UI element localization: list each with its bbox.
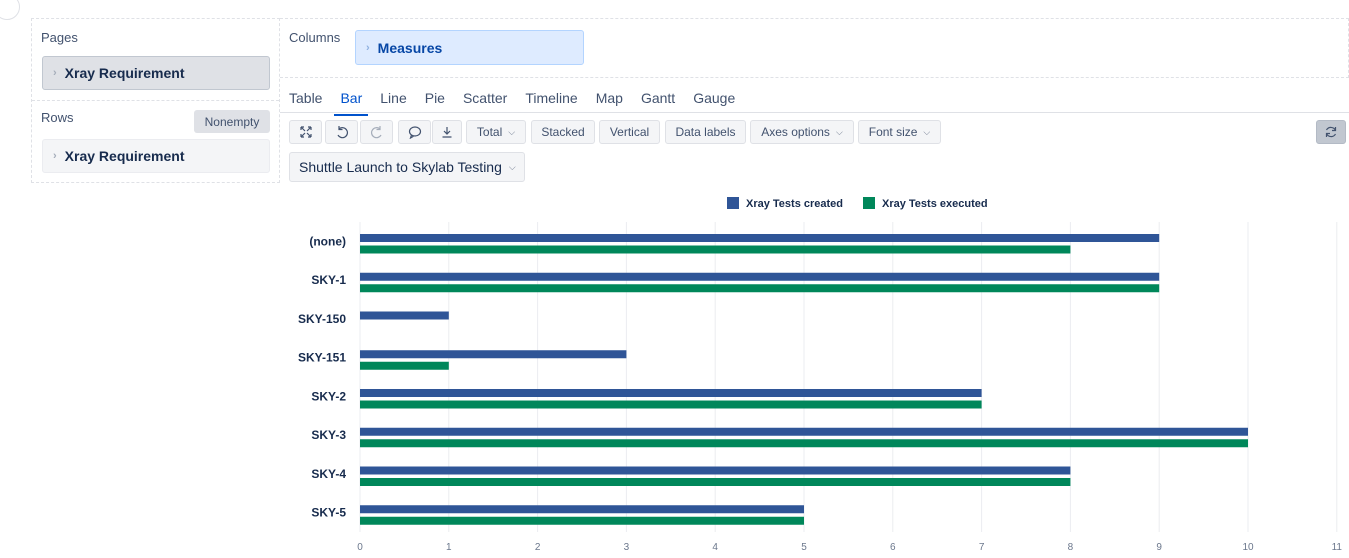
expand-button[interactable] xyxy=(289,120,322,144)
download-icon xyxy=(442,127,452,138)
bar-tests-created xyxy=(360,389,982,397)
x-tick-label: 0 xyxy=(357,542,363,553)
data-labels-button[interactable]: Data labels xyxy=(665,120,746,144)
tab-gauge[interactable]: Gauge xyxy=(693,90,735,114)
bar-chart: 0 1 2 3 4 5 6 7 8 9 10 11 (none) SKY-1 SKY-150 SKY-151 S… xyxy=(298,197,1343,553)
bar-tests-executed xyxy=(360,439,1248,448)
comment-button[interactable] xyxy=(398,120,431,144)
nonempty-button[interactable]: Nonempty xyxy=(194,110,270,133)
y-category-label: SKY-151 xyxy=(298,351,346,365)
bar-tests-executed xyxy=(360,245,1071,254)
bar-tests-executed xyxy=(360,478,1071,486)
vertical-button[interactable]: Vertical xyxy=(599,120,660,144)
chevron-right-icon: › xyxy=(366,41,370,54)
chevron-right-icon: › xyxy=(53,67,57,79)
columns-label: Columns xyxy=(289,30,341,45)
y-category-label: SKY-3 xyxy=(311,428,346,442)
bar-tests-created xyxy=(360,427,1248,436)
axes-options-label: Axes options xyxy=(761,125,830,139)
chevron-down-icon: ⌵ xyxy=(835,126,843,137)
x-tick-label: 6 xyxy=(890,542,896,553)
comment-icon xyxy=(408,126,421,139)
x-tick-label: 3 xyxy=(624,542,630,553)
bar-tests-created xyxy=(360,234,1160,242)
undo-button[interactable] xyxy=(325,120,358,144)
x-tick-label: 5 xyxy=(801,542,807,553)
chevron-right-icon: › xyxy=(53,150,57,162)
tab-map[interactable]: Map xyxy=(596,90,623,114)
expand-icon xyxy=(299,126,312,138)
window-corner xyxy=(0,0,20,20)
page-member-label: Shuttle Launch to Skylab Testing xyxy=(299,159,502,175)
pages-dimension-pill[interactable]: › Xray Requirement xyxy=(42,56,270,90)
bar-tests-created xyxy=(360,466,1071,475)
bar-tests-created xyxy=(360,350,627,359)
bar-tests-executed xyxy=(360,516,804,525)
tab-scatter[interactable]: Scatter xyxy=(463,90,507,114)
stacked-button[interactable]: Stacked xyxy=(531,120,595,144)
rows-dimension-label: Xray Requirement xyxy=(64,148,185,164)
x-tick-label: 2 xyxy=(535,542,541,553)
font-size-label: Font size xyxy=(868,125,918,139)
tab-line[interactable]: Line xyxy=(380,90,406,114)
undo-icon xyxy=(336,126,348,139)
refresh-button[interactable] xyxy=(1316,120,1346,144)
chevron-down-icon: ⌵ xyxy=(508,161,516,172)
pages-rows-panel: Pages › Xray Requirement Rows Nonempty ›… xyxy=(31,18,280,183)
y-category-label: SKY-2 xyxy=(311,389,346,403)
chevron-down-icon: ⌵ xyxy=(508,126,516,137)
bar-tests-executed xyxy=(360,400,982,409)
refresh-icon xyxy=(1325,126,1337,138)
rows-dimension-pill[interactable]: › Xray Requirement xyxy=(42,139,270,173)
y-category-label: (none) xyxy=(309,234,346,248)
section-divider xyxy=(32,100,279,101)
page-member-select[interactable]: Shuttle Launch to Skylab Testing ⌵ xyxy=(289,152,525,182)
measures-pill[interactable]: › Measures xyxy=(355,30,584,65)
rows-label: Rows xyxy=(41,110,74,125)
pages-label: Pages xyxy=(41,30,78,45)
y-category-label: SKY-1 xyxy=(311,273,346,287)
x-tick-label: 11 xyxy=(1332,542,1343,553)
x-tick-label: 1 xyxy=(446,542,452,553)
legend-swatch xyxy=(727,197,739,209)
y-category-label: SKY-150 xyxy=(298,312,346,326)
tabs-underline xyxy=(280,112,1349,113)
bar-tests-created xyxy=(360,311,449,320)
x-tick-label: 9 xyxy=(1156,542,1162,553)
legend-swatch xyxy=(863,197,875,209)
total-dropdown[interactable]: Total ⌵ xyxy=(466,120,526,144)
tab-table[interactable]: Table xyxy=(289,90,322,114)
bar-tests-executed xyxy=(360,284,1160,293)
pages-dimension-label: Xray Requirement xyxy=(64,65,185,81)
y-category-label: SKY-4 xyxy=(311,467,346,481)
y-category-label: SKY-5 xyxy=(311,506,346,520)
redo-icon xyxy=(370,126,382,139)
font-size-dropdown[interactable]: Font size ⌵ xyxy=(858,120,941,144)
bar-tests-created xyxy=(360,272,1160,281)
tab-bar[interactable]: Bar xyxy=(334,90,369,116)
total-label: Total xyxy=(476,125,503,139)
redo-button[interactable] xyxy=(360,120,393,144)
chevron-down-icon: ⌵ xyxy=(923,126,931,137)
legend-label: Xray Tests executed xyxy=(882,198,988,210)
measures-label: Measures xyxy=(377,39,443,56)
legend-label: Xray Tests created xyxy=(746,198,843,210)
x-tick-label: 8 xyxy=(1068,542,1074,553)
bar-tests-executed xyxy=(360,361,449,370)
axes-options-dropdown[interactable]: Axes options ⌵ xyxy=(750,120,854,144)
tab-gantt[interactable]: Gantt xyxy=(641,90,675,114)
download-button[interactable] xyxy=(432,120,462,144)
columns-panel: Columns › Measures xyxy=(280,18,1349,78)
x-tick-label: 10 xyxy=(1242,542,1254,553)
x-tick-label: 4 xyxy=(712,542,718,553)
bar-tests-created xyxy=(360,505,804,514)
tab-pie[interactable]: Pie xyxy=(425,90,445,114)
x-tick-label: 7 xyxy=(979,542,985,553)
chart-type-tabs: Table Bar Line Pie Scatter Timeline Map … xyxy=(289,90,753,116)
tab-timeline[interactable]: Timeline xyxy=(525,90,577,114)
